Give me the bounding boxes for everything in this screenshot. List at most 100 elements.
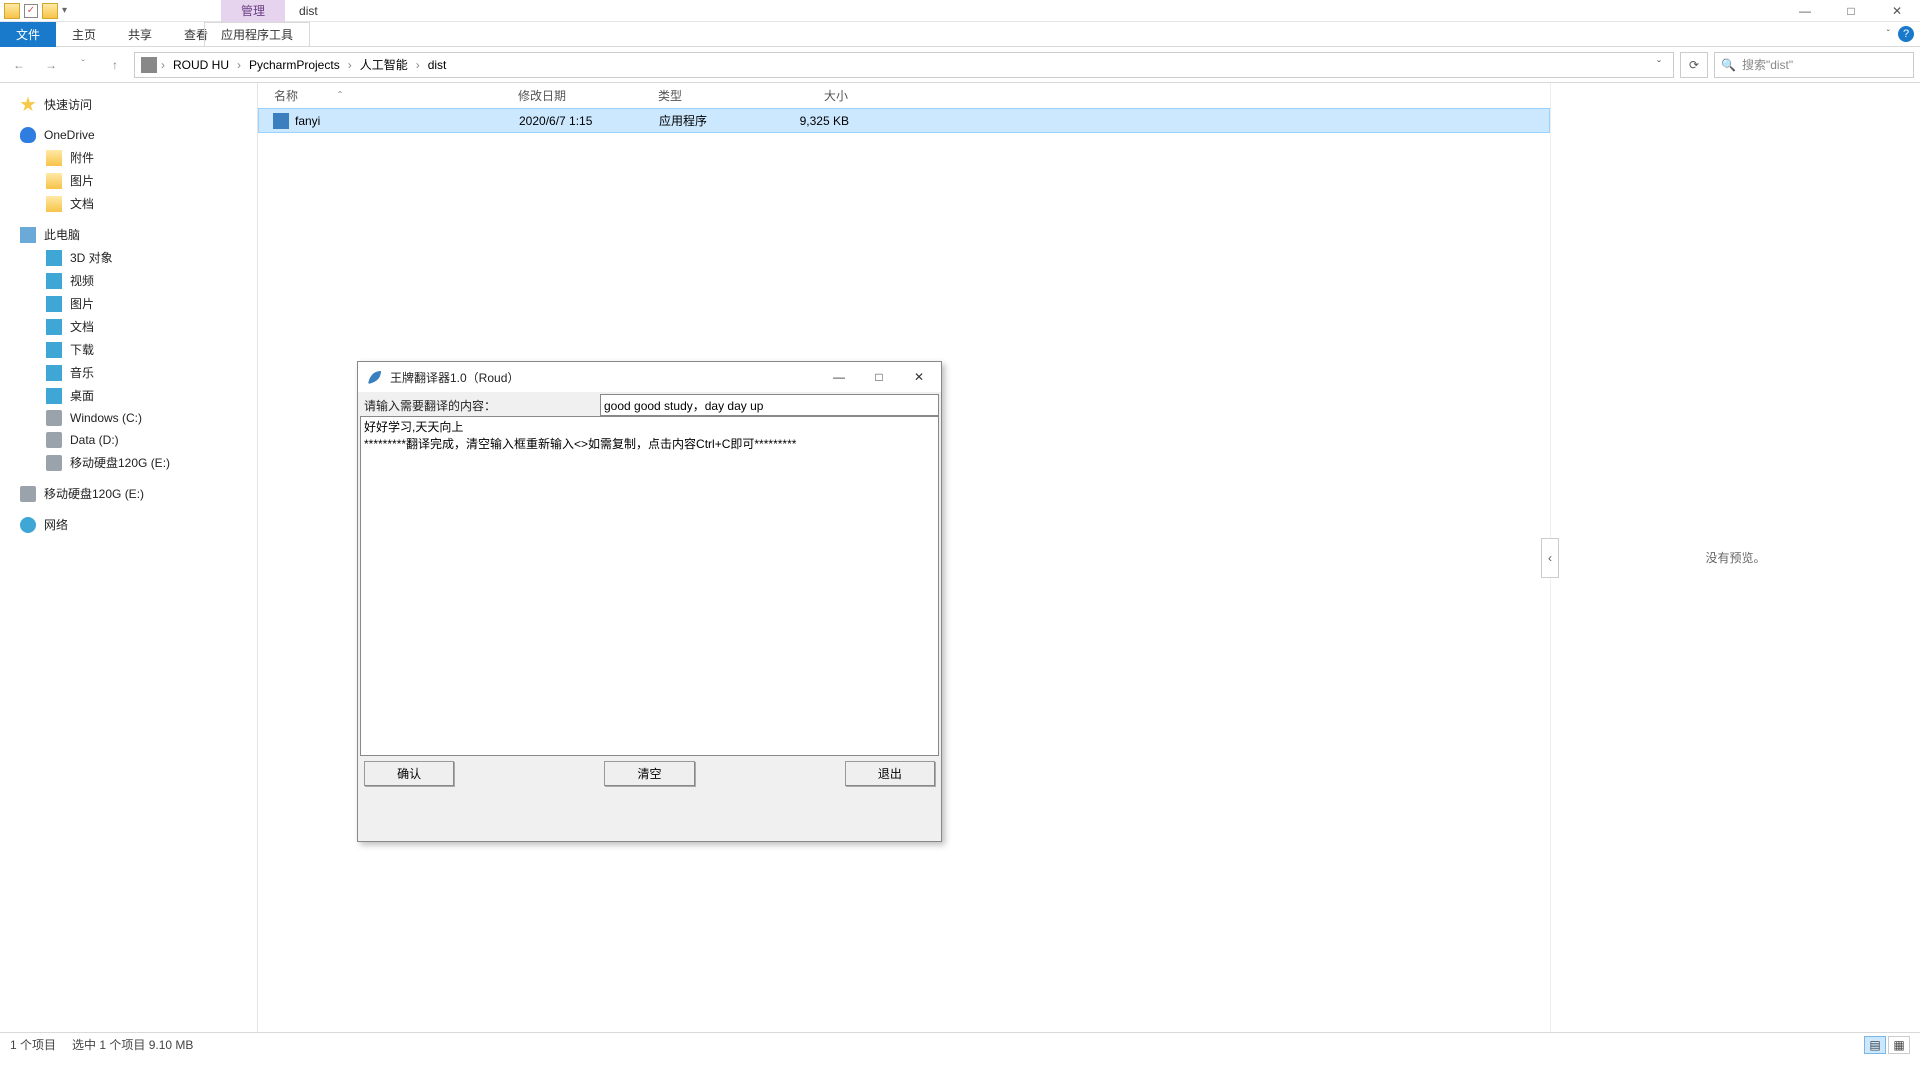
ok-button[interactable]: 确认 <box>364 761 454 786</box>
breadcrumb-seg[interactable]: PycharmProjects <box>245 58 344 72</box>
sidebar-item-label: 此电脑 <box>44 226 80 243</box>
sidebar-item-label: 3D 对象 <box>70 249 113 266</box>
sidebar-item[interactable]: 文档 <box>0 192 257 215</box>
modal-titlebar[interactable]: 王牌翻译器1.0（Roud） — □ ✕ <box>358 362 941 392</box>
status-selected: 选中 1 个项目 9.10 MB <box>72 1036 193 1053</box>
video-icon <box>46 273 62 289</box>
column-date[interactable]: 修改日期 <box>518 87 658 104</box>
cloud-icon <box>20 127 36 143</box>
drive-icon <box>20 486 36 502</box>
modal-maximize-button[interactable]: □ <box>859 363 899 391</box>
pc-icon <box>141 57 157 73</box>
tab-home[interactable]: 主页 <box>56 22 112 47</box>
download-icon <box>46 342 62 358</box>
sidebar-onedrive[interactable]: OneDrive <box>0 124 257 146</box>
translate-output[interactable] <box>360 416 939 756</box>
view-large-icons-button[interactable]: ▦ <box>1888 1036 1910 1054</box>
desktop-icon <box>46 388 62 404</box>
sidebar-item[interactable]: 图片 <box>0 169 257 192</box>
translator-window: 王牌翻译器1.0（Roud） — □ ✕ 请输入需要翻译的内容： 确认 清空 退… <box>357 361 942 842</box>
sidebar-item[interactable]: 文档 <box>0 315 257 338</box>
clear-button[interactable]: 清空 <box>604 761 694 786</box>
sidebar-item[interactable]: Data (D:) <box>0 429 257 451</box>
view-mode-buttons: ▤ ▦ <box>1864 1036 1910 1054</box>
sidebar-item-label: 移动硬盘120G (E:) <box>44 485 144 502</box>
breadcrumb-sep: › <box>348 58 352 72</box>
sidebar-item[interactable]: Windows (C:) <box>0 407 257 429</box>
sidebar-item-label: OneDrive <box>44 128 95 142</box>
modal-close-button[interactable]: ✕ <box>899 363 939 391</box>
tab-apptools[interactable]: 应用程序工具 <box>204 22 310 47</box>
translate-input[interactable] <box>600 394 939 416</box>
back-button[interactable]: ← <box>6 52 32 78</box>
sidebar-item[interactable]: 图片 <box>0 292 257 315</box>
close-button[interactable]: ✕ <box>1874 0 1920 22</box>
sidebar-item-label: 附件 <box>70 149 94 166</box>
breadcrumb-seg[interactable]: ROUD HU <box>169 58 233 72</box>
titlebar: ✓ ▾ 管理 dist — □ ✕ <box>0 0 1920 22</box>
address-bar[interactable]: › ROUD HU › PycharmProjects › 人工智能 › dis… <box>134 52 1674 78</box>
breadcrumb-seg[interactable]: 人工智能 <box>356 56 412 73</box>
feather-icon <box>366 368 384 386</box>
status-item-count: 1 个项目 <box>10 1036 56 1053</box>
window-title: dist <box>285 0 332 22</box>
up-button[interactable]: ↑ <box>102 52 128 78</box>
qat-dropdown-icon[interactable]: ▾ <box>62 5 67 16</box>
tab-file[interactable]: 文件 <box>0 22 56 47</box>
sidebar-item[interactable]: 桌面 <box>0 384 257 407</box>
drive-icon <box>46 455 62 471</box>
refresh-button[interactable]: ⟳ <box>1680 52 1708 78</box>
sidebar-item[interactable]: 附件 <box>0 146 257 169</box>
qat-properties-icon[interactable]: ✓ <box>24 4 38 18</box>
sidebar-quick-access[interactable]: 快速访问 <box>0 93 257 116</box>
history-dropdown-icon[interactable]: ˇ <box>70 52 96 78</box>
minimize-button[interactable]: — <box>1782 0 1828 22</box>
window-controls: — □ ✕ <box>1782 0 1920 22</box>
column-name[interactable]: 名称ˆ <box>268 87 518 104</box>
view-details-button[interactable]: ▤ <box>1864 1036 1886 1054</box>
music-icon <box>46 365 62 381</box>
column-size[interactable]: 大小 <box>768 87 848 104</box>
sidebar-item[interactable]: 音乐 <box>0 361 257 384</box>
ribbon-expand-icon[interactable]: ˇ <box>1887 29 1890 40</box>
sidebar-item[interactable]: 移动硬盘120G (E:) <box>0 451 257 474</box>
search-input[interactable]: 🔍 搜索"dist" <box>1714 52 1914 78</box>
breadcrumb-sep: › <box>161 58 165 72</box>
breadcrumb-seg[interactable]: dist <box>424 58 451 72</box>
network-icon <box>20 517 36 533</box>
input-label: 请输入需要翻译的内容： <box>360 397 600 414</box>
sidebar-item-label: 文档 <box>70 195 94 212</box>
tab-share[interactable]: 共享 <box>112 22 168 47</box>
sidebar-item[interactable]: 视频 <box>0 269 257 292</box>
modal-buttons: 确认 清空 退出 <box>360 759 939 786</box>
sidebar-item-label: 文档 <box>70 318 94 335</box>
column-type[interactable]: 类型 <box>658 87 768 104</box>
sort-indicator-icon: ˆ <box>338 89 342 103</box>
picture-icon <box>46 296 62 312</box>
input-row: 请输入需要翻译的内容： <box>360 394 939 416</box>
folder-open-icon[interactable] <box>42 3 58 19</box>
sidebar-network[interactable]: 网络 <box>0 513 257 536</box>
breadcrumb-sep: › <box>237 58 241 72</box>
file-row[interactable]: fanyi 2020/6/7 1:15 应用程序 9,325 KB <box>258 108 1550 133</box>
sidebar-item[interactable]: 下载 <box>0 338 257 361</box>
sidebar-item-label: 桌面 <box>70 387 94 404</box>
help-icon[interactable]: ? <box>1898 26 1914 42</box>
sidebar-external-drive[interactable]: 移动硬盘120G (E:) <box>0 482 257 505</box>
sidebar-item-label: 音乐 <box>70 364 94 381</box>
preview-pane: ‹ 没有预览。 <box>1550 83 1920 1032</box>
sidebar-item[interactable]: 3D 对象 <box>0 246 257 269</box>
sidebar-thispc[interactable]: 此电脑 <box>0 223 257 246</box>
address-dropdown-icon[interactable]: ˇ <box>1651 58 1667 72</box>
sidebar-item-label: Data (D:) <box>70 433 119 447</box>
breadcrumb-sep: › <box>416 58 420 72</box>
column-headers: 名称ˆ 修改日期 类型 大小 <box>258 83 1550 108</box>
forward-button[interactable]: → <box>38 52 64 78</box>
exit-button[interactable]: 退出 <box>845 761 935 786</box>
file-date: 2020/6/7 1:15 <box>519 114 659 128</box>
maximize-button[interactable]: □ <box>1828 0 1874 22</box>
contextual-tab-label: 管理 <box>221 0 285 22</box>
modal-minimize-button[interactable]: — <box>819 363 859 391</box>
drive-icon <box>46 432 62 448</box>
collapse-preview-button[interactable]: ‹ <box>1541 538 1559 578</box>
